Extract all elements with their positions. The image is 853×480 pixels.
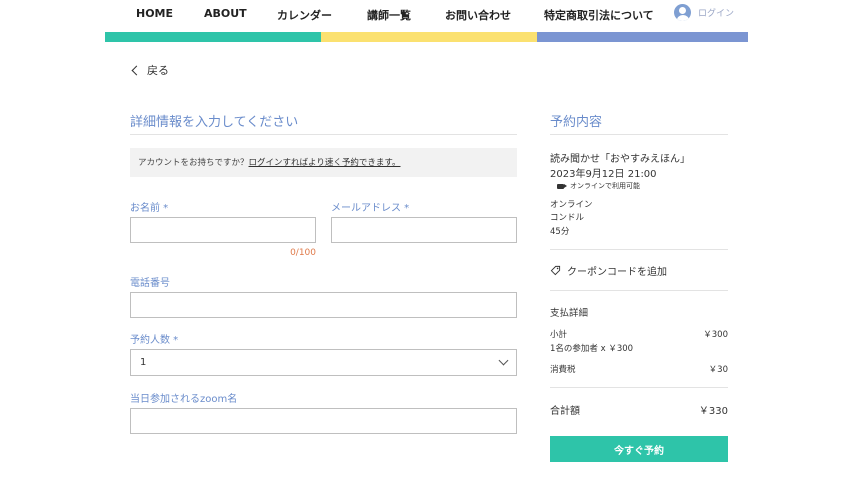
participants-detail: 1名の参加者 x ￥300 — [550, 344, 634, 354]
color-bar-yellow — [321, 32, 537, 42]
people-count-value: 1 — [140, 357, 147, 368]
event-datetime: 2023年9月12日 21:00 — [550, 169, 657, 180]
name-field[interactable] — [130, 217, 316, 243]
nav-teachers[interactable]: 講師一覧 — [367, 7, 411, 23]
summary-divider — [550, 290, 728, 291]
summary-divider — [550, 134, 728, 135]
coupon-label: クーポンコードを追加 — [567, 267, 667, 278]
user-avatar-icon — [674, 4, 691, 21]
subtotal-label: 小計 — [550, 330, 568, 340]
people-count-label: 予約人数 * — [130, 335, 179, 346]
phone-label: 電話番号 — [130, 278, 170, 289]
color-bar-blue — [537, 32, 748, 42]
zoom-name-field[interactable] — [130, 408, 517, 434]
nav-calendar[interactable]: カレンダー — [277, 7, 332, 23]
email-label: メールアドレス * — [331, 203, 410, 214]
name-char-counter: 0/100 — [290, 248, 316, 258]
back-label: 戻る — [147, 64, 169, 77]
people-count-select[interactable]: 1 — [130, 349, 517, 376]
total-value: ￥330 — [698, 406, 728, 417]
notice-text: アカウントをお持ちですか？ — [138, 158, 249, 168]
nav-home[interactable]: HOME — [136, 7, 173, 20]
event-duration: 45分 — [550, 227, 570, 237]
summary-divider — [550, 249, 728, 250]
nav-legal[interactable]: 特定商取引法について — [544, 7, 654, 23]
zoom-name-label: 当日参加されるzoom名 — [130, 394, 238, 405]
back-link[interactable]: 戻る — [131, 62, 169, 78]
tag-icon — [550, 265, 561, 276]
login-notice: アカウントをお持ちですか？ログインすればより速く予約できます。 — [130, 148, 517, 177]
event-instructor: コンドル — [550, 213, 585, 223]
summary-title: 予約内容 — [550, 115, 603, 130]
tax-label: 消費税 — [550, 365, 576, 375]
nav-about[interactable]: ABOUT — [204, 7, 247, 20]
chevron-down-icon — [498, 355, 509, 366]
color-bar-teal — [105, 32, 321, 42]
event-name: 読み聞かせ「おやすみえほん」 — [550, 154, 690, 165]
login-label: ログイン — [698, 9, 735, 19]
tax-value: ￥30 — [708, 365, 728, 375]
book-now-button[interactable]: 今すぐ予約 — [550, 436, 728, 462]
nav-contact[interactable]: お問い合わせ — [445, 7, 511, 23]
header-color-bar — [105, 32, 748, 42]
online-badge-label: オンラインで利用可能 — [570, 182, 640, 190]
payment-details-title: 支払詳細 — [550, 308, 589, 319]
video-camera-icon — [557, 183, 567, 189]
summary-divider — [550, 387, 728, 388]
email-field[interactable] — [331, 217, 517, 243]
chevron-left-icon — [131, 65, 142, 75]
form-title: 詳細情報を入力してください — [130, 115, 299, 130]
top-navigation: HOME ABOUT カレンダー 講師一覧 お問い合わせ 特定商取引法について … — [0, 0, 853, 30]
event-location: オンライン — [550, 200, 593, 210]
form-divider — [130, 134, 517, 135]
phone-field[interactable] — [130, 292, 517, 318]
total-label: 合計額 — [550, 406, 580, 417]
add-coupon-link[interactable]: クーポンコードを追加 — [550, 263, 667, 278]
online-badge: オンラインで利用可能 — [557, 181, 640, 191]
subtotal-value: ￥300 — [703, 330, 728, 340]
notice-login-link[interactable]: ログインすればより速く予約できます。 — [249, 158, 401, 168]
name-label: お名前 * — [130, 203, 169, 214]
login-button[interactable]: ログイン — [674, 4, 734, 21]
